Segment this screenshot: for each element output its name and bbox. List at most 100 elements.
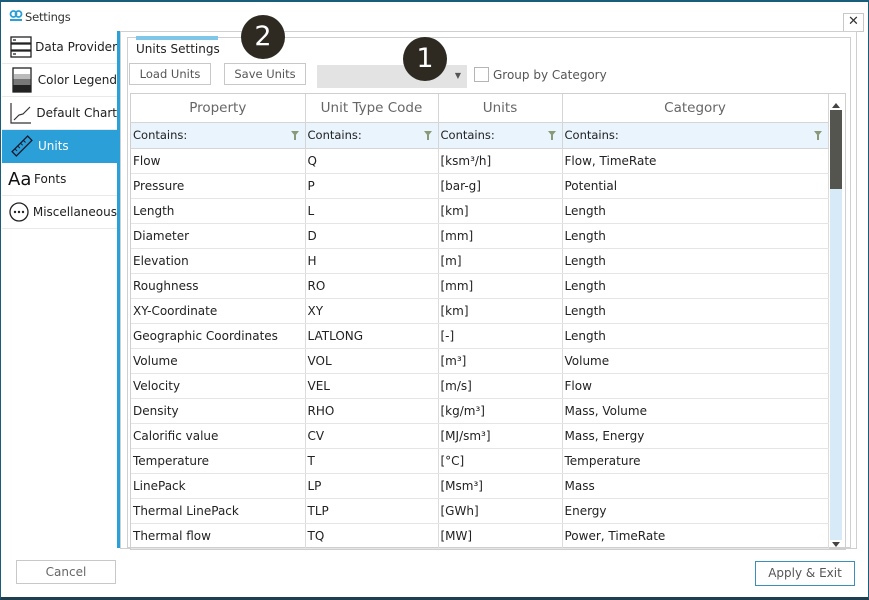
cell-unit-type-code[interactable]: RHO [305,398,439,424]
cell-units[interactable]: [mm] [438,273,563,299]
table-row[interactable]: Geographic Coordinates LATLONG [-] Length [131,323,829,349]
sidebar-item-color-legend[interactable]: Color Legend [2,64,117,97]
scroll-up-arrow-icon[interactable] [832,103,840,108]
filter-icon[interactable] [290,130,299,140]
table-row[interactable]: Volume VOL [m³] Volume [131,348,829,374]
cell-unit-type-code[interactable]: TLP [305,498,439,524]
cell-units[interactable]: [m³] [438,348,563,374]
cell-units[interactable]: [bar-g] [438,173,563,199]
column-header-property[interactable]: Property [131,94,306,123]
cell-category[interactable]: Length [562,198,829,224]
cell-property[interactable]: Roughness [131,273,306,299]
cell-unit-type-code[interactable]: LATLONG [305,323,439,349]
cell-property[interactable]: Length [131,198,306,224]
cell-unit-type-code[interactable]: Q [305,148,439,174]
cell-category[interactable]: Flow [562,373,829,399]
cell-category[interactable]: Energy [562,498,829,524]
cell-property[interactable]: Velocity [131,373,306,399]
table-row[interactable]: LinePack LP [Msm³] Mass [131,473,829,499]
tab-units-settings[interactable]: Units Settings [136,42,220,56]
cell-units[interactable]: [°C] [438,448,563,474]
table-row[interactable]: Thermal flow TQ [MW] Power, TimeRate [131,523,829,549]
table-row[interactable]: Pressure P [bar-g] Potential [131,173,829,199]
filter-icon[interactable] [423,130,432,140]
table-row[interactable]: Flow Q [ksm³/h] Flow, TimeRate [131,148,829,174]
cell-category[interactable]: Flow, TimeRate [562,148,829,174]
cell-unit-type-code[interactable]: T [305,448,439,474]
cell-units[interactable]: [GWh] [438,498,563,524]
cell-unit-type-code[interactable]: XY [305,298,439,324]
cell-category[interactable]: Volume [562,348,829,374]
close-button[interactable]: ✕ [843,13,864,32]
cell-units[interactable]: [ksm³/h] [438,148,563,174]
cell-property[interactable]: Volume [131,348,306,374]
cell-category[interactable]: Mass, Energy [562,423,829,449]
cell-category[interactable]: Length [562,298,829,324]
cell-property[interactable]: Thermal flow [131,523,306,549]
cell-category[interactable]: Mass [562,473,829,499]
cell-units[interactable]: [kg/m³] [438,398,563,424]
filter-cell-property[interactable]: Contains: [131,122,306,149]
cell-units[interactable]: [m] [438,248,563,274]
cell-unit-type-code[interactable]: H [305,248,439,274]
cell-units[interactable]: [MW] [438,523,563,549]
cell-category[interactable]: Length [562,323,829,349]
table-row[interactable]: Roughness RO [mm] Length [131,273,829,299]
cell-units[interactable]: [km] [438,298,563,324]
sidebar-item-units[interactable]: Units [2,130,117,163]
table-row[interactable]: Density RHO [kg/m³] Mass, Volume [131,398,829,424]
save-units-button[interactable]: Save Units [224,63,306,85]
cell-property[interactable]: Diameter [131,223,306,249]
load-units-button[interactable]: Load Units [129,63,211,85]
filter-cell-unit-type-code[interactable]: Contains: [305,122,439,149]
filter-cell-units[interactable]: Contains: [438,122,563,149]
cancel-button[interactable]: Cancel [16,560,116,584]
cell-property[interactable]: Thermal LinePack [131,498,306,524]
table-row[interactable]: Length L [km] Length [131,198,829,224]
cell-unit-type-code[interactable]: CV [305,423,439,449]
cell-unit-type-code[interactable]: LP [305,473,439,499]
filter-icon[interactable] [813,130,822,140]
filter-icon[interactable] [547,130,556,140]
cell-property[interactable]: Flow [131,148,306,174]
scroll-down-arrow-icon[interactable] [832,542,840,547]
cell-unit-type-code[interactable]: P [305,173,439,199]
cell-property[interactable]: XY-Coordinate [131,298,306,324]
cell-category[interactable]: Length [562,248,829,274]
cell-unit-type-code[interactable]: RO [305,273,439,299]
group-by-category-label[interactable]: Group by Category [493,68,607,82]
cell-property[interactable]: Elevation [131,248,306,274]
sidebar-item-fonts[interactable]: Aa Fonts [2,163,117,196]
cell-category[interactable]: Potential [562,173,829,199]
group-by-category-checkbox[interactable] [474,67,489,82]
column-header-category[interactable]: Category [562,94,829,123]
table-row[interactable]: Temperature T [°C] Temperature [131,448,829,474]
table-row[interactable]: Diameter D [mm] Length [131,223,829,249]
cell-property[interactable]: Calorific value [131,423,306,449]
column-header-unit-type-code[interactable]: Unit Type Code [305,94,439,123]
cell-units[interactable]: [Msm³] [438,473,563,499]
cell-unit-type-code[interactable]: D [305,223,439,249]
cell-unit-type-code[interactable]: TQ [305,523,439,549]
cell-unit-type-code[interactable]: VOL [305,348,439,374]
column-header-units[interactable]: Units [438,94,563,123]
sidebar-item-default-chart[interactable]: Default Chart [2,97,117,130]
cell-unit-type-code[interactable]: L [305,198,439,224]
cell-units[interactable]: [-] [438,323,563,349]
cell-property[interactable]: Temperature [131,448,306,474]
table-row[interactable]: Velocity VEL [m/s] Flow [131,373,829,399]
cell-property[interactable]: Geographic Coordinates [131,323,306,349]
table-row[interactable]: XY-Coordinate XY [km] Length [131,298,829,324]
vertical-scrollbar[interactable] [829,101,843,547]
cell-units[interactable]: [m/s] [438,373,563,399]
cell-units[interactable]: [mm] [438,223,563,249]
filter-cell-category[interactable]: Contains: [562,122,829,149]
scroll-thumb[interactable] [830,110,842,189]
table-row[interactable]: Elevation H [m] Length [131,248,829,274]
table-row[interactable]: Thermal LinePack TLP [GWh] Energy [131,498,829,524]
apply-exit-button[interactable]: Apply & Exit [755,561,855,586]
table-row[interactable]: Calorific value CV [MJ/sm³] Mass, Energy [131,423,829,449]
cell-unit-type-code[interactable]: VEL [305,373,439,399]
cell-units[interactable]: [km] [438,198,563,224]
cell-category[interactable]: Mass, Volume [562,398,829,424]
